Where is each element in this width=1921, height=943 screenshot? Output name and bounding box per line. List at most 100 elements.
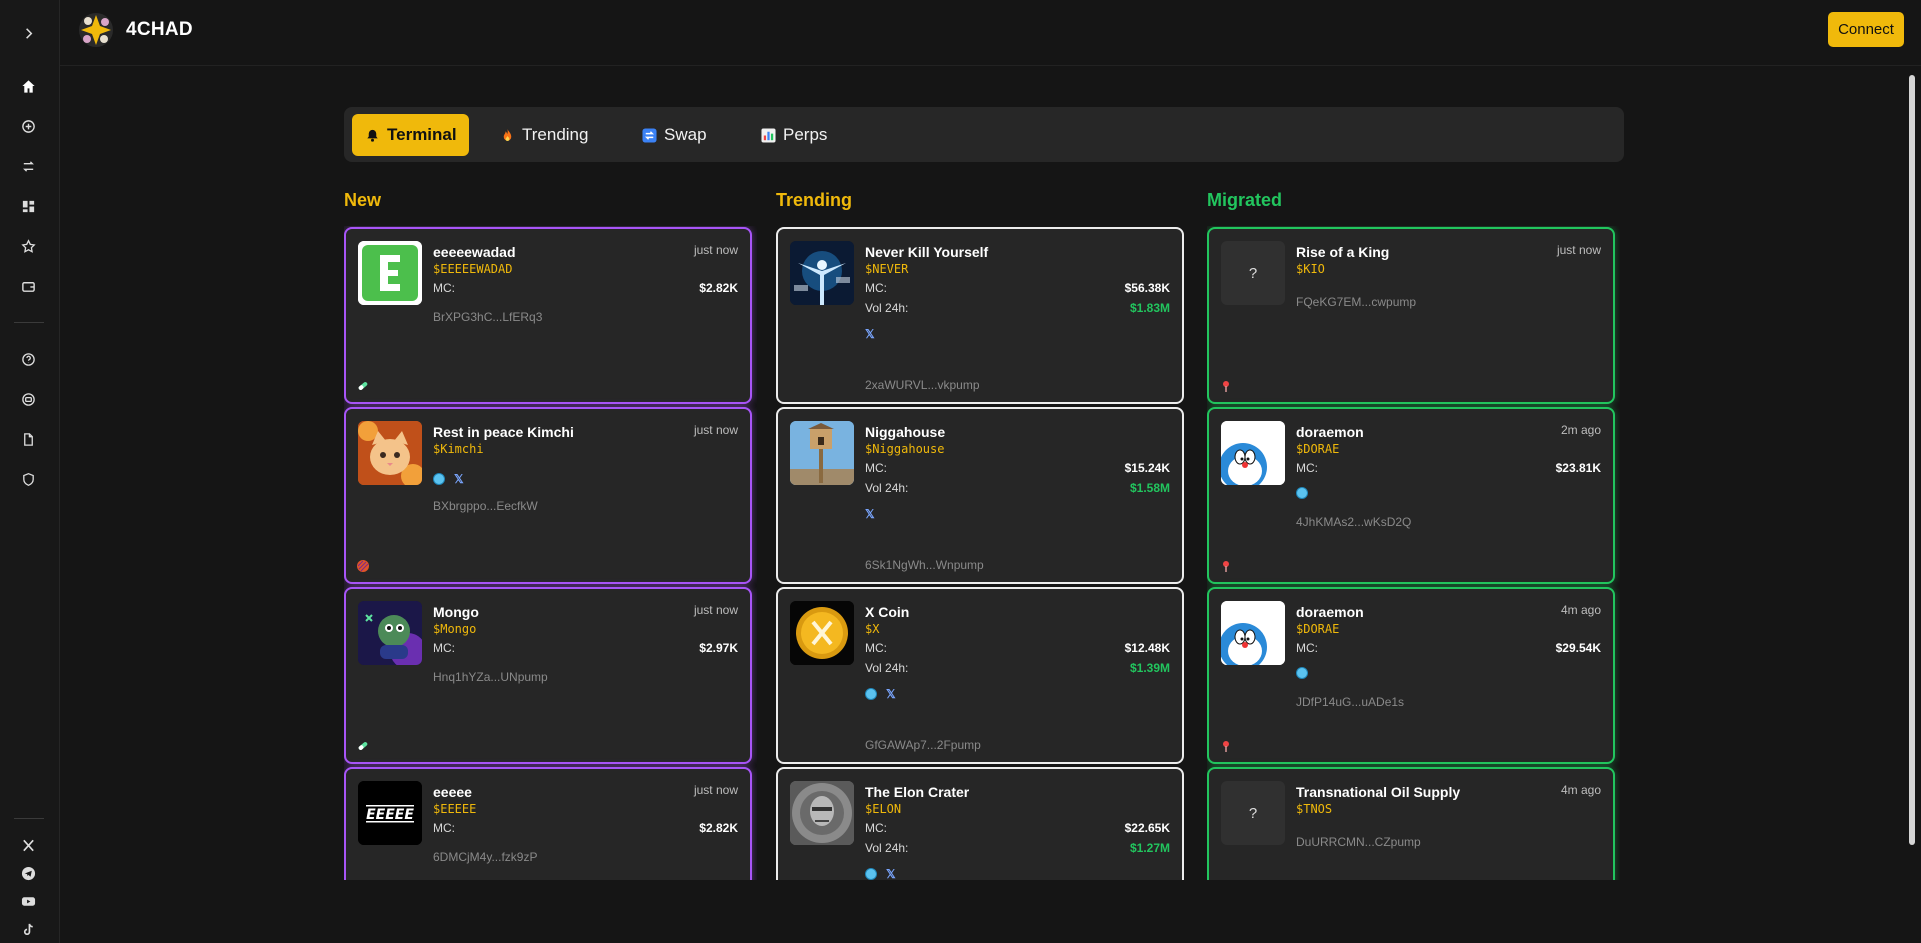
token-ticker: $Mongo	[433, 622, 477, 636]
token-card[interactable]: X Coin $X MC: $12.48K Vol 24h: $1.39M 𝕏 …	[776, 587, 1184, 764]
contract-address[interactable]: BXbrgppo...EecfkW	[433, 499, 538, 513]
mc-label: MC:	[433, 281, 455, 295]
token-ticker: $DORAE	[1296, 622, 1340, 636]
social-links: 𝕏	[865, 328, 875, 340]
token-age: just now	[693, 243, 738, 257]
robot-icon[interactable]	[18, 389, 38, 409]
shield-icon[interactable]	[18, 469, 38, 489]
social-links: 𝕏	[865, 508, 875, 520]
token-card[interactable]: Never Kill Yourself $NEVER MC: $56.38K V…	[776, 227, 1184, 404]
x-icon[interactable]: 𝕏	[865, 508, 875, 520]
bell-icon	[364, 127, 380, 143]
wallet-icon[interactable]	[18, 276, 38, 296]
contract-address[interactable]: 2xaWURVL...vkpump	[865, 378, 980, 392]
token-card[interactable]: Niggahouse $Niggahouse MC: $15.24K Vol 2…	[776, 407, 1184, 584]
contract-address[interactable]: 6Sk1NgWh...Wnpump	[865, 558, 984, 572]
brand-name[interactable]: 4CHAD	[126, 19, 193, 41]
token-ticker: $EEEEEWADAD	[433, 262, 513, 276]
tab-label: Swap	[664, 125, 707, 144]
globe-icon[interactable]	[1296, 667, 1308, 679]
contract-address[interactable]: 4JhKMAs2...wKsD2Q	[1296, 515, 1411, 529]
token-card[interactable]: Rest in peace Kimchi $Kimchi just now 𝕏 …	[344, 407, 752, 584]
tab-terminal[interactable]: Terminal	[352, 114, 469, 156]
telegram-icon[interactable]	[18, 863, 38, 883]
token-name: X Coin	[865, 604, 910, 620]
x-icon[interactable]: 𝕏	[886, 868, 896, 880]
volume-value: $1.39M	[1129, 661, 1170, 675]
token-name: Mongo	[433, 604, 479, 620]
token-card[interactable]: The Elon Crater $ELON MC: $22.65K Vol 24…	[776, 767, 1184, 880]
tiktok-icon[interactable]	[18, 919, 38, 939]
token-image	[358, 601, 422, 665]
contract-address[interactable]: FQeKG7EM...cwpump	[1296, 295, 1416, 309]
page-scrollbar[interactable]	[1909, 75, 1915, 845]
tab-swap[interactable]: Swap	[629, 114, 719, 156]
swap-icon	[641, 127, 657, 143]
token-ticker: $NEVER	[865, 262, 909, 276]
token-name: Transnational Oil Supply	[1296, 784, 1461, 800]
tab-trending[interactable]: Trending	[487, 114, 600, 156]
x-icon[interactable]	[18, 835, 38, 855]
market-cap-value: $2.82K	[699, 821, 738, 835]
fire-orb-icon	[357, 559, 369, 572]
mc-label: MC:	[865, 641, 887, 655]
mc-label: MC:	[865, 821, 887, 835]
token-ticker: $Niggahouse	[865, 442, 945, 456]
globe-icon[interactable]	[1296, 487, 1308, 499]
market-cap-value: $12.48K	[1124, 641, 1170, 655]
token-card[interactable]: ? Rise of a King $KIO just now FQeKG7EM.…	[1207, 227, 1615, 404]
token-name: eeeee	[433, 784, 472, 800]
globe-icon[interactable]	[433, 473, 445, 485]
x-icon[interactable]: 𝕏	[454, 473, 464, 485]
globe-icon[interactable]	[865, 868, 877, 880]
logo-icon[interactable]	[76, 10, 116, 50]
swap-icon[interactable]	[18, 156, 38, 176]
tab-perps[interactable]: Perps	[748, 114, 839, 156]
contract-address[interactable]: Hnq1hYZa...UNpump	[433, 670, 548, 684]
mc-label: MC:	[433, 821, 455, 835]
tab-label: Trending	[522, 125, 589, 144]
social-links: 𝕏	[433, 473, 464, 485]
contract-address[interactable]: GfGAWAp7...2Fpump	[865, 738, 981, 752]
token-image-placeholder: ?	[1221, 241, 1285, 305]
mc-label: MC:	[865, 461, 887, 475]
star-icon[interactable]	[18, 236, 38, 256]
token-image	[790, 601, 854, 665]
token-age: just now	[1556, 243, 1601, 257]
contract-address[interactable]: BrXPG3hC...LfERq3	[433, 310, 542, 324]
contract-address[interactable]: DuURRCMN...CZpump	[1296, 835, 1421, 849]
token-name: eeeeewadad	[433, 244, 516, 260]
home-icon[interactable]	[18, 76, 38, 96]
x-icon[interactable]: 𝕏	[865, 328, 875, 340]
chevron-right-icon[interactable]	[18, 23, 38, 43]
contract-address[interactable]: JDfP14uG...uADe1s	[1296, 695, 1404, 709]
token-name: doraemon	[1296, 424, 1364, 440]
token-card[interactable]: Mongo $Mongo just now MC: $2.97K Hnq1hYZ…	[344, 587, 752, 764]
help-icon[interactable]	[18, 349, 38, 369]
token-card[interactable]: doraemon $DORAE 2m ago MC: $23.81K 4JhKM…	[1207, 407, 1615, 584]
token-age: 2m ago	[1560, 423, 1601, 437]
market-cap-value: $56.38K	[1124, 281, 1170, 295]
token-card[interactable]: ? Transnational Oil Supply $TNOS 4m ago …	[1207, 767, 1615, 880]
token-age: just now	[693, 783, 738, 797]
document-icon[interactable]	[18, 429, 38, 449]
svg-text:EEEEE: EEEEE	[366, 807, 414, 823]
plus-circle-icon[interactable]	[18, 116, 38, 136]
token-card[interactable]: eeeeewadad $EEEEEWADAD just now MC: $2.8…	[344, 227, 752, 404]
top-bar: 4CHAD Connect	[60, 0, 1921, 66]
pill-icon	[357, 739, 369, 751]
youtube-icon[interactable]	[18, 891, 38, 911]
column-title-trending: Trending	[776, 190, 852, 210]
dashboard-icon[interactable]	[18, 196, 38, 216]
vol-label: Vol 24h:	[865, 301, 909, 315]
token-card[interactable]: doraemon $DORAE 4m ago MC: $29.54K JDfP1…	[1207, 587, 1615, 764]
contract-address[interactable]: 6DMCjM4y...fzk9zP	[433, 850, 537, 864]
token-card[interactable]: EEEEE eeeee $EEEEE just now MC: $2.82K 6…	[344, 767, 752, 880]
globe-icon[interactable]	[865, 688, 877, 700]
token-image: EEEEE	[358, 781, 422, 845]
market-cap-value: $2.82K	[699, 281, 738, 295]
tab-label: Perps	[783, 125, 828, 144]
connect-button[interactable]: Connect	[1828, 12, 1904, 47]
x-icon[interactable]: 𝕏	[886, 688, 896, 700]
token-image	[1221, 601, 1285, 665]
